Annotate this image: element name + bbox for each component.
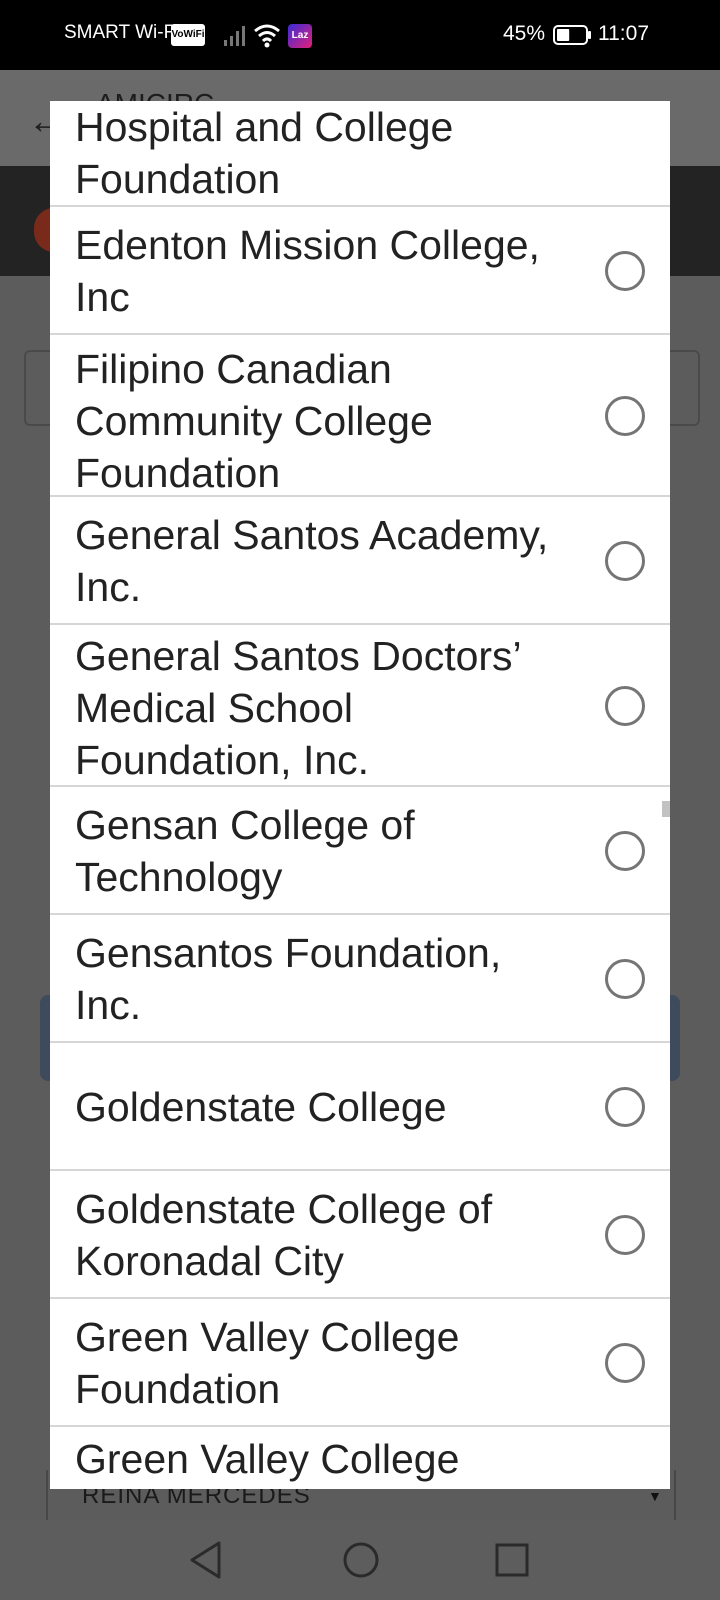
battery-percent: 45% [503, 22, 546, 45]
list-item[interactable]: Hospital and College Foundation [50, 101, 670, 207]
scrollbar-thumb[interactable] [662, 801, 670, 817]
battery-icon [553, 25, 591, 45]
option-label: Goldenstate College of Koronadal City [75, 1186, 493, 1284]
list-item[interactable]: General Santos Academy, Inc. [50, 497, 670, 625]
school-picker-dialog[interactable]: Hospital and College Foundation Edenton … [50, 101, 670, 1489]
radio-button[interactable] [605, 1343, 645, 1383]
square-recents-icon[interactable] [494, 1540, 530, 1580]
clock: 11:07 [598, 22, 649, 45]
list-item[interactable]: Green Valley College Foundation [50, 1299, 670, 1427]
option-label: Goldenstate College [75, 1084, 447, 1130]
signal-icon [224, 26, 245, 46]
vowifi-badge: VoWiFi [171, 24, 205, 46]
option-label: Filipino Canadian Community College Foun… [75, 346, 433, 496]
list-item[interactable]: Filipino Canadian Community College Foun… [50, 335, 670, 497]
option-label: General Santos Doctors’ Medical School F… [75, 633, 521, 783]
list-item[interactable]: Goldenstate College [50, 1043, 670, 1171]
option-label: Edenton Mission College, Inc [75, 222, 540, 320]
wifi-icon [254, 24, 280, 48]
circle-home-icon[interactable] [342, 1540, 380, 1580]
radio-button[interactable] [605, 251, 645, 291]
carrier-name: SMART Wi-Fi [64, 22, 180, 43]
list-item[interactable]: Goldenstate College of Koronadal City [50, 1171, 670, 1299]
radio-button[interactable] [605, 1087, 645, 1127]
caret-down-icon: ▼ [648, 1488, 662, 1504]
option-label: General Santos Academy, Inc. [75, 512, 549, 610]
option-label: Green Valley College [75, 1436, 460, 1482]
list-item[interactable]: Gensan College of Technology [50, 787, 670, 915]
list-item[interactable]: Edenton Mission College, Inc [50, 207, 670, 335]
list-item[interactable]: Green Valley College [50, 1427, 670, 1489]
navigation-bar [0, 1520, 720, 1600]
radio-button[interactable] [605, 1215, 645, 1255]
option-label: Gensantos Foundation, Inc. [75, 930, 502, 1028]
option-label: Green Valley College Foundation [75, 1314, 460, 1412]
triangle-back-icon[interactable] [188, 1540, 224, 1580]
radio-button[interactable] [605, 959, 645, 999]
laz-app-icon: Laz [288, 24, 312, 48]
radio-button[interactable] [605, 396, 645, 436]
option-label: Hospital and College Foundation [75, 104, 454, 202]
radio-button[interactable] [605, 686, 645, 726]
radio-button[interactable] [605, 541, 645, 581]
radio-button[interactable] [605, 831, 645, 871]
status-bar: SMART Wi-Fi VoWiFi Laz 45% 11:07 [0, 0, 720, 70]
option-label: Gensan College of Technology [75, 802, 415, 900]
list-item[interactable]: General Santos Doctors’ Medical School F… [50, 625, 670, 787]
list-item[interactable]: Gensantos Foundation, Inc. [50, 915, 670, 1043]
